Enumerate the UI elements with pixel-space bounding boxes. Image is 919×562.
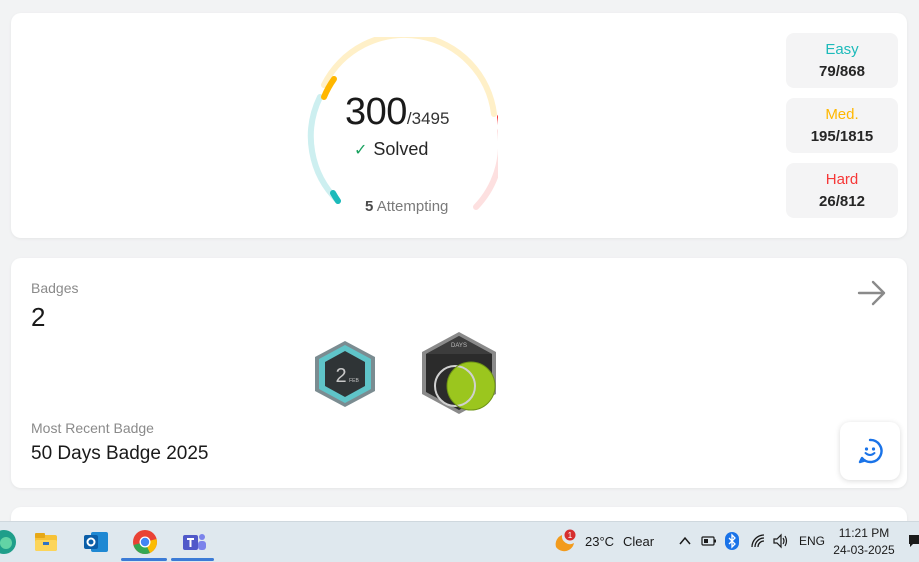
edge-icon[interactable] [0, 528, 18, 556]
medium-stat[interactable]: Med. 195/1815 [786, 98, 898, 153]
medium-label: Med. [825, 106, 859, 123]
weather-moon-icon[interactable]: 1 [552, 529, 578, 555]
attempting-label: 5 Attempting [365, 198, 448, 215]
total-number: /3495 [406, 109, 450, 128]
easy-fill [330, 190, 341, 204]
solved-count: 300/3495 [345, 91, 475, 134]
hard-stat[interactable]: Hard 26/812 [786, 163, 898, 218]
fifty-days-badge-icon[interactable]: DAYS [419, 330, 499, 416]
progress-card: 300/3495 ✓ Solved 5 Attempting Easy 79/86… [11, 13, 907, 238]
weather-badge: 1 [568, 531, 573, 540]
hard-value: 26/812 [819, 193, 865, 210]
weather-condition[interactable]: Clear [623, 534, 654, 549]
check-icon: ✓ [354, 142, 368, 159]
badge1-month: FEB [349, 378, 359, 384]
recent-badge-title: Most Recent Badge [31, 420, 154, 436]
solved-label: ✓ Solved [354, 139, 428, 160]
weather-temp[interactable]: 23°C [585, 534, 614, 549]
clock-date: 24-03-2025 [833, 543, 895, 557]
easy-track [307, 94, 341, 204]
attempting-text: Attempting [376, 198, 449, 215]
language-indicator[interactable]: ENG [799, 534, 825, 548]
wifi-icon[interactable] [750, 533, 766, 549]
battery-icon[interactable] [701, 534, 717, 548]
medium-value: 195/1815 [810, 128, 874, 145]
attempting-count: 5 [365, 198, 374, 215]
clock-time: 11:21 PM [838, 526, 890, 540]
teams-icon[interactable] [180, 528, 208, 556]
hard-label: Hard [825, 171, 859, 188]
chat-button[interactable] [840, 422, 900, 480]
chevron-up-icon[interactable] [678, 534, 692, 548]
outlook-icon[interactable] [82, 528, 110, 556]
chrome-icon[interactable] [131, 528, 159, 556]
badges-title: Badges [31, 280, 79, 296]
feb-badge-icon[interactable]: 2 FEB [312, 339, 378, 409]
solved-number: 300 [345, 91, 407, 133]
hard-track [473, 128, 498, 210]
volume-icon[interactable] [772, 533, 790, 549]
badge1-number: 2 [335, 365, 346, 387]
arrow-right-icon[interactable] [857, 280, 887, 306]
clock[interactable]: 11:21 PM 24-03-2025 [832, 525, 896, 559]
easy-label: Easy [825, 41, 859, 58]
easy-stat[interactable]: Easy 79/868 [786, 33, 898, 88]
chat-smile-icon [858, 438, 883, 464]
solved-text: Solved [373, 139, 429, 159]
taskbar: 1 23°C Clear ENG 11:21 PM 24-03-2025 [0, 521, 919, 562]
badges-card: Badges 2 2 FEB DAYS Most Recent Badge 50… [11, 258, 907, 488]
notification-icon[interactable] [908, 534, 919, 548]
badges-count: 2 [31, 302, 46, 332]
bluetooth-icon[interactable] [725, 532, 739, 550]
file-explorer-icon[interactable] [32, 528, 60, 556]
recent-badge-name: 50 Days Badge 2025 [31, 443, 209, 464]
badge2-label: DAYS [451, 343, 467, 349]
easy-value: 79/868 [819, 63, 865, 80]
